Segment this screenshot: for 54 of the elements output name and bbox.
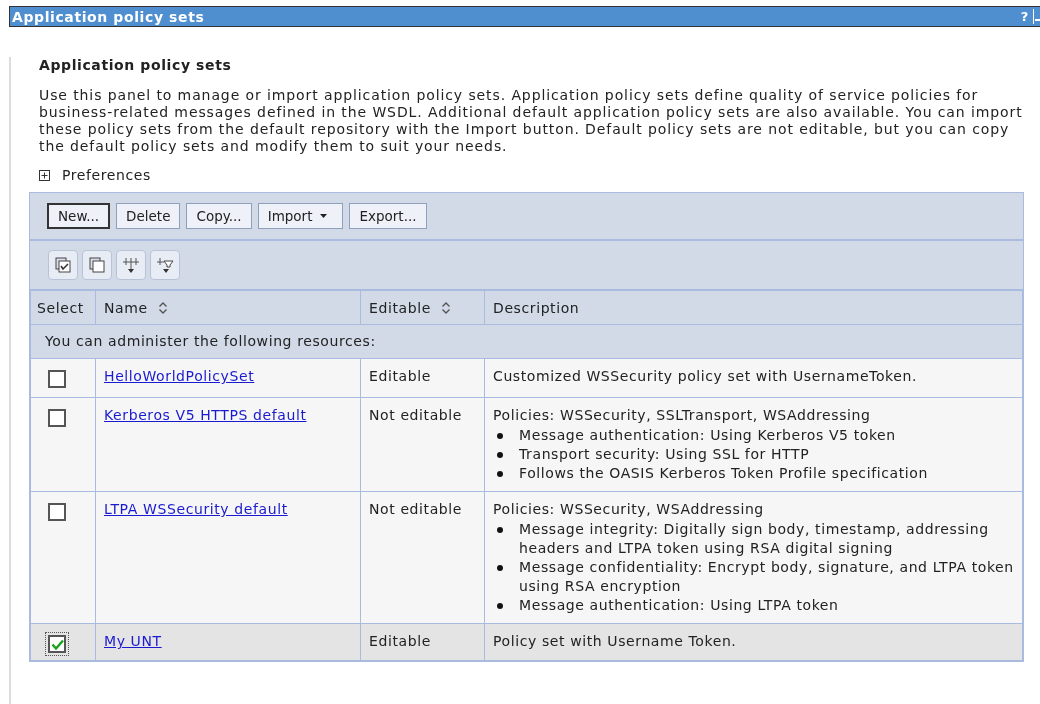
- description-text: Policies: WSSecurity, SSLTransport, WSAddressing: [493, 406, 872, 425]
- column-label: Select: [37, 299, 84, 316]
- description-text: Policy set with Username Token.: [493, 632, 738, 651]
- column-label: Editable: [369, 299, 431, 316]
- bullet-icon: [497, 433, 503, 439]
- bullet-icon: [497, 471, 503, 477]
- description-bullet: Message confidentiality: Encrypt body, signature, and LTPA token using RSA encryption: [519, 558, 1014, 596]
- arrows-icon: [122, 256, 140, 274]
- description-bullet: Message authentication: Using Kerberos V5 token: [519, 426, 896, 445]
- description-bullet: Transport security: Using SSL for HTTP: [519, 445, 810, 464]
- bullet-icon: [497, 565, 503, 571]
- deselect-all-button[interactable]: [82, 250, 112, 280]
- expand-icon[interactable]: [39, 169, 50, 181]
- description-text: Policies: WSSecurity, WSAddressing: [493, 500, 765, 519]
- filter-button[interactable]: [150, 250, 180, 280]
- row-checkbox[interactable]: [48, 370, 66, 388]
- toolbar-button[interactable]: New...: [47, 203, 111, 229]
- column-header[interactable]: Name: [95, 290, 361, 325]
- toolbar-button[interactable]: Delete: [116, 203, 181, 229]
- policy-set-link[interactable]: Kerberos V5 HTTPS default: [104, 407, 307, 423]
- pages-icon: [88, 256, 106, 274]
- group-row: You can administer the following resources:: [30, 324, 1023, 359]
- description-bullet: Follows the OASIS Kerberos Token Profile specification: [519, 464, 928, 483]
- row-checkbox[interactable]: [48, 635, 66, 653]
- editable-status: Editable: [369, 368, 431, 384]
- policy-set-link[interactable]: My UNT: [104, 633, 162, 649]
- select-all-button[interactable]: [48, 250, 78, 280]
- description-bullet: Message integrity: Digitally sign body, timestamp, addressing headers and LTPA token using RSA digital signing: [519, 520, 990, 558]
- toolbar-button[interactable]: Import: [257, 203, 344, 229]
- sort-icon[interactable]: [440, 300, 451, 315]
- preferences-link[interactable]: Preferences: [62, 167, 151, 183]
- checked-pages-icon: [54, 256, 72, 274]
- column-label: Description: [493, 299, 580, 316]
- column-label: Name: [104, 299, 148, 316]
- window-title: Application policy sets: [11, 8, 206, 25]
- policy-set-link[interactable]: LTPA WSSecurity default: [104, 501, 288, 517]
- bullet-icon: [497, 603, 503, 609]
- sort-icon[interactable]: [157, 300, 168, 315]
- bullet-icon: [497, 527, 503, 533]
- toolbar-button[interactable]: Copy...: [186, 203, 252, 229]
- editable-status: Not editable: [369, 407, 463, 423]
- row-checkbox[interactable]: [48, 409, 66, 427]
- intro-paragraph: Use this panel to manage or import application policy sets. Application policy sets define quality of service policies for business-related messages defined in the WSDL. Additional default application policy sets are also available. You can import these policy sets from the default repository with the Import button. Default policy sets are not editable, but you can copy the default policy sets and modify them to suit your needs.: [39, 87, 1024, 155]
- description-text: Customized WSSecurity policy set with UsernameToken.: [493, 367, 918, 386]
- toolbar-button[interactable]: Export...: [349, 203, 427, 229]
- description-bullet: Message authentication: Using LTPA token: [519, 596, 839, 615]
- bullet-icon: [497, 452, 503, 458]
- editable-status: Not editable: [369, 501, 463, 517]
- row-checkbox[interactable]: [48, 503, 66, 521]
- column-header[interactable]: Editable: [360, 290, 485, 325]
- editable-status: Editable: [369, 633, 431, 649]
- page-heading: Application policy sets: [39, 57, 233, 73]
- funnel-icon: [156, 256, 174, 274]
- expand-all-button[interactable]: [116, 250, 146, 280]
